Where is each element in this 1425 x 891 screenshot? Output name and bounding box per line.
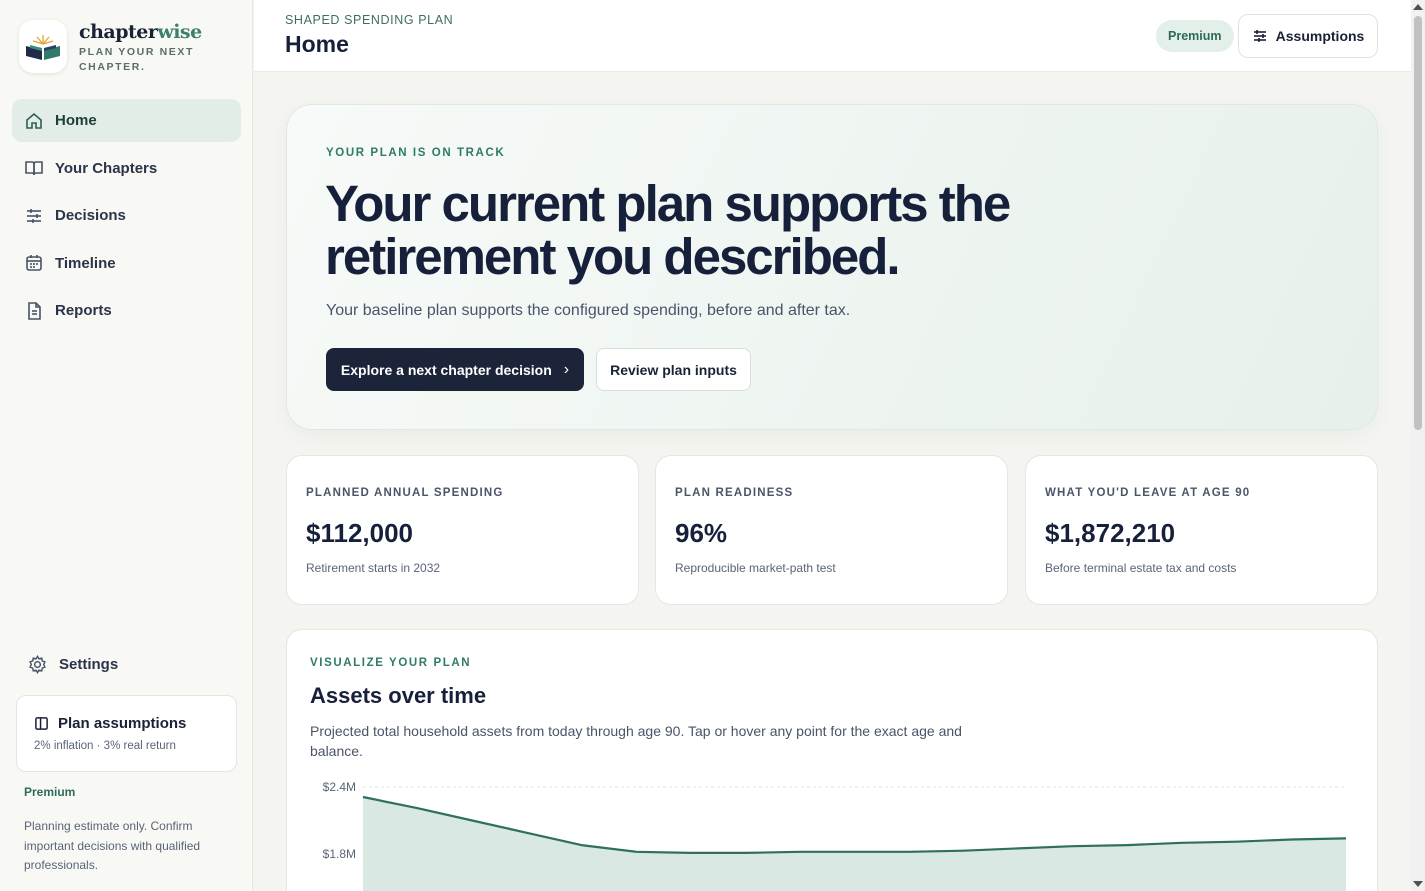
metric-subtext: Retirement starts in 2032 [306,561,441,575]
plan-assumptions-subtitle: 2% inflation · 3% real return [34,740,176,752]
plan-assumptions-title: Plan assumptions [58,715,187,732]
sliders-icon [1253,30,1266,42]
y-tick-label: $2.4M [323,780,356,794]
page-scrollbar[interactable] [1411,0,1425,891]
explore-decision-button[interactable]: Explore a next chapter decision › [326,348,584,391]
settings-label: Settings [59,656,119,673]
disclaimer-text: Planning estimate only. Confirm importan… [24,819,201,872]
premium-label: Premium [24,785,76,799]
brand-name: chapterwise [79,21,202,43]
chart-eyebrow: VISUALIZE YOUR PLAN [310,657,472,669]
assumptions-button-label: Assumptions [1275,28,1365,44]
metric-value: $1,872,210 [1045,518,1176,548]
sidebar-item-timeline[interactable]: Timeline [12,242,241,285]
metric-subtext: Reproducible market-path test [675,561,836,575]
document-icon [28,301,41,320]
calendar-icon [26,255,42,271]
sidebar-item-decisions[interactable]: Decisions [12,194,241,237]
top-header: SHAPED SPENDING PLAN Home Premium Assump… [254,0,1411,72]
metric-card-spending: PLANNED ANNUAL SPENDING $112,000 Retirem… [286,455,639,605]
sidebar-nav: Home Your Chapters Decisions Timeline Re… [12,99,241,337]
explore-decision-label: Explore a next chapter decision [340,361,552,378]
chart-data-point [958,845,970,857]
sidebar-item-label: Reports [55,302,112,319]
chart-data-point [521,827,533,839]
gear-icon [29,655,46,674]
assets-area-fill [363,797,1346,891]
brand[interactable]: chapterwise PLAN YOUR NEXT CHAPTER. [19,20,202,75]
chart-data-point [575,839,587,851]
scroll-up-arrow[interactable] [1413,4,1423,10]
sidebar-item-reports[interactable]: Reports [12,289,241,332]
metric-value: $112,000 [306,518,414,548]
chart-description: Projected total household assets from to… [310,723,962,759]
plan-assumptions-card[interactable]: Plan assumptions 2% inflation · 3% real … [16,695,237,772]
metric-label: PLAN READINESS [675,487,794,499]
chart-data-point [1012,842,1024,854]
chart-data-point [685,847,697,859]
hero-eyebrow: YOUR PLAN IS ON TRACK [326,147,506,159]
metric-value: 96% [675,518,728,548]
metric-card-readiness: PLAN READINESS 96% Reproducible market-p… [655,455,1008,605]
metric-card-legacy: WHAT YOU'D LEAVE AT AGE 90 $1,872,210 Be… [1025,455,1378,605]
chart-data-point [412,802,424,814]
chart-data-point [903,846,915,858]
sidebar-item-home[interactable]: Home [12,99,241,142]
metric-subtext: Before terminal estate tax and costs [1045,561,1237,575]
metric-label: PLANNED ANNUAL SPENDING [306,487,504,499]
premium-badge: Premium [1156,20,1234,52]
page-title: Home [285,31,349,57]
panel-icon [35,717,48,730]
sidebar-item-label: Timeline [55,254,116,272]
scroll-thumb[interactable] [1414,16,1422,430]
open-book-logo-icon [26,34,60,60]
sidebar-item-your-chapters[interactable]: Your Chapters [12,147,241,190]
chart-data-point [466,815,478,827]
book-icon [25,161,43,176]
chart-data-point [849,846,861,858]
chart-data-point [1176,837,1188,849]
settings-link[interactable]: Settings [28,655,118,674]
chart-data-point [1340,832,1352,844]
assets-chart-card: $2.4M $1.8M VISUALIZE YOUR PLAN Assets ov… [286,629,1378,891]
y-tick-label: $1.8M [323,847,356,861]
scroll-down-arrow[interactable] [1413,881,1423,887]
review-inputs-button[interactable]: Review plan inputs [596,348,751,391]
chart-data-point [1122,839,1134,851]
brand-logo [19,20,67,73]
brand-tagline: PLAN YOUR NEXT CHAPTER. [79,46,194,73]
chart-data-point [357,791,369,803]
chart-data-point [630,846,642,858]
hero-subtitle: Your baseline plan supports the configur… [326,302,851,319]
chart-data-point [739,847,751,859]
chevron-right-icon: › [563,360,570,378]
metric-label: WHAT YOU'D LEAVE AT AGE 90 [1045,487,1251,499]
plan-status-hero: YOUR PLAN IS ON TRACK Your current plan … [286,104,1378,430]
sidebar: chapterwise PLAN YOUR NEXT CHAPTER. Home… [0,0,253,891]
chart-data-point [1067,840,1079,852]
chart-data-point [1285,833,1297,845]
sidebar-item-label: Decisions [55,207,126,224]
hero-title: Your current plan supports the retiremen… [325,175,1011,285]
sidebar-item-label: Your Chapters [55,159,158,177]
chart-title: Assets over time [310,683,487,708]
home-icon [26,112,42,129]
chart-data-point [1231,836,1243,848]
assumptions-button[interactable]: Assumptions [1238,14,1378,58]
header-eyebrow: SHAPED SPENDING PLAN [285,13,454,27]
sliders-icon [27,208,41,223]
sidebar-item-label: Home [55,112,97,129]
chart-data-point [794,846,806,858]
